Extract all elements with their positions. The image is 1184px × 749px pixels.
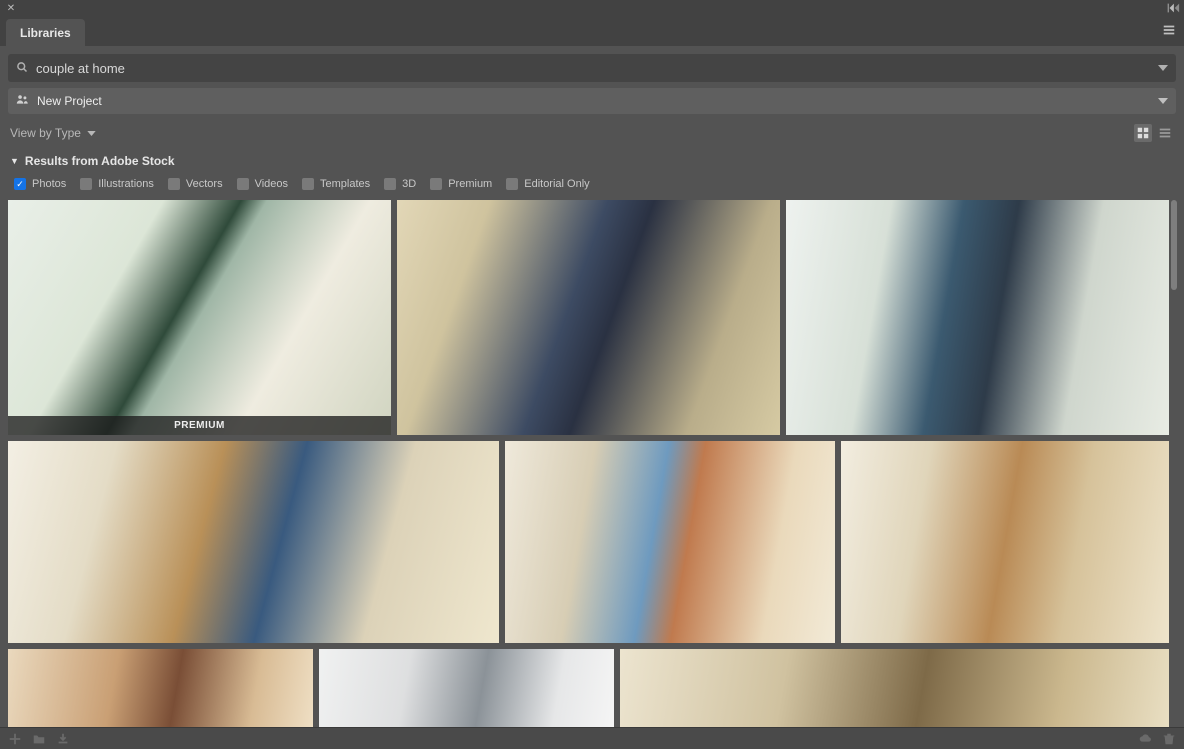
add-content-icon[interactable] [8,732,22,746]
search-input[interactable] [36,61,1150,76]
grid-view-icon[interactable] [1134,124,1152,142]
chevron-down-icon[interactable] [1158,96,1168,107]
premium-badge: PREMIUM [8,416,391,435]
trash-icon[interactable] [1162,732,1176,746]
search-bar[interactable] [8,54,1176,82]
collapse-panel-icon[interactable] [1166,1,1180,15]
filter-label: Vectors [186,178,223,190]
view-options-row: View by Type [8,120,1176,146]
filter-vectors[interactable]: Vectors [168,178,223,190]
results-row [8,441,1169,643]
libraries-folder-icon[interactable] [32,732,46,746]
tab-bar: Libraries [0,16,1184,46]
disclosure-triangle-icon: ▼ [10,156,19,166]
results-area: PREMIUM [8,200,1179,727]
close-icon[interactable]: ✕ [4,1,18,15]
search-dropdown-icon[interactable] [1158,63,1168,74]
filter-label: Premium [448,178,492,190]
filter-photos[interactable]: ✓ Photos [14,178,66,190]
filter-videos[interactable]: Videos [237,178,288,190]
import-icon[interactable] [56,732,70,746]
stock-thumbnail[interactable] [8,649,313,727]
checkbox-icon [237,178,249,190]
stock-thumbnail[interactable] [397,200,780,435]
panel-body: New Project View by Type ▼ [0,46,1184,727]
checkbox-icon [80,178,92,190]
cloud-sync-icon[interactable] [1138,732,1152,746]
panel-menu-icon[interactable] [1162,23,1176,40]
results-row [8,649,1169,727]
filter-templates[interactable]: Templates [302,178,370,190]
filter-illustrations[interactable]: Illustrations [80,178,154,190]
search-icon [16,61,28,76]
results-header-label: Results from Adobe Stock [25,154,175,168]
checkbox-icon [168,178,180,190]
stock-thumbnail[interactable] [319,649,614,727]
results-grid: PREMIUM [8,200,1169,727]
thumbnail-image [841,441,1169,643]
chevron-down-icon [87,128,96,138]
scrollbar-thumb[interactable] [1171,200,1177,290]
filter-3d[interactable]: 3D [384,178,416,190]
stock-thumbnail[interactable] [786,200,1169,435]
stock-thumbnail[interactable]: PREMIUM [8,200,391,435]
view-by-dropdown[interactable]: View by Type [10,126,96,140]
thumbnail-image [397,200,780,435]
checkbox-icon: ✓ [14,178,26,190]
filter-premium[interactable]: Premium [430,178,492,190]
thumbnail-image [319,649,614,727]
thumbnail-image [8,200,391,435]
scrollbar[interactable] [1171,200,1177,727]
filter-label: 3D [402,178,416,190]
stock-thumbnail[interactable] [8,441,499,643]
layout-toggle [1134,124,1174,142]
bottom-toolbar [0,727,1184,749]
thumbnail-image [505,441,835,643]
filter-label: Editorial Only [524,178,589,190]
checkbox-icon [430,178,442,190]
checkbox-icon [384,178,396,190]
stock-thumbnail[interactable] [620,649,1169,727]
filter-label: Photos [32,178,66,190]
thumbnail-image [620,649,1169,727]
panel-top-strip: ✕ [0,0,1184,16]
libraries-panel: ✕ Libraries New Project [0,0,1184,749]
people-icon [16,93,29,109]
library-selector[interactable]: New Project [8,88,1176,114]
stock-thumbnail[interactable] [841,441,1169,643]
filter-label: Templates [320,178,370,190]
results-section-header[interactable]: ▼ Results from Adobe Stock [8,152,1176,170]
library-name: New Project [37,94,102,108]
filter-editorial-only[interactable]: Editorial Only [506,178,589,190]
thumbnail-image [8,649,313,727]
view-by-label: View by Type [10,126,81,140]
filter-label: Videos [255,178,288,190]
filter-label: Illustrations [98,178,154,190]
filter-row: ✓ Photos Illustrations Vectors Videos Tem… [8,176,1176,194]
stock-thumbnail[interactable] [505,441,835,643]
thumbnail-image [786,200,1169,435]
tab-libraries[interactable]: Libraries [6,19,85,46]
checkbox-icon [302,178,314,190]
thumbnail-image [8,441,499,643]
checkbox-icon [506,178,518,190]
results-row: PREMIUM [8,200,1169,435]
list-view-icon[interactable] [1156,124,1174,142]
